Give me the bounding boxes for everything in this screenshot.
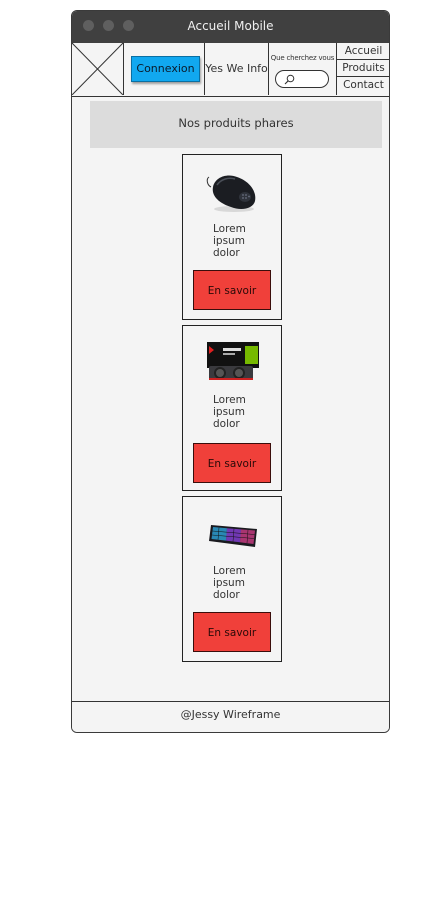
search-input[interactable] [294,72,324,86]
brand-name: Yes We Info [205,43,269,95]
login-button[interactable]: Connexion [131,56,200,82]
logo-placeholder [72,43,124,95]
nav-item-contact[interactable]: Contact [337,77,389,95]
main-nav: Accueil Produits Contact [337,43,389,95]
search-label: Que cherchez vous [270,54,335,62]
product-card: Lorem ipsum dolor sit En savoir [182,325,282,491]
login-cell: Connexion [124,43,205,95]
app-window: Accueil Mobile Connexion Yes We Info Que… [71,10,390,733]
section-title: Nos produits phares [90,101,382,148]
search-field[interactable] [275,70,329,88]
title-bar: Accueil Mobile [72,11,389,43]
window-title: Accueil Mobile [187,19,274,33]
graphics-card-image [207,342,259,380]
image-placeholder-icon [72,43,123,95]
learn-more-button[interactable]: En savoir [193,443,271,483]
nav-item-accueil[interactable]: Accueil [337,43,389,60]
footer: @Jessy Wireframe [72,701,389,732]
product-card: Lorem ipsum dolor sit En savoir [182,496,282,662]
learn-more-button[interactable]: En savoir [193,612,271,652]
rgb-keyboard-image [209,525,257,547]
learn-more-button[interactable]: En savoir [193,270,271,310]
search-cell: Que cherchez vous [269,43,337,95]
product-description: Lorem ipsum dolor sit [213,394,246,430]
nav-item-produits[interactable]: Produits [337,60,389,77]
product-description: Lorem ipsum dolor sit [213,565,246,601]
gaming-mouse-image [206,175,256,212]
product-card: Lorem ipsum dolor sit En savoir [182,154,282,320]
site-header: Connexion Yes We Info Que cherchez vous … [72,43,389,97]
product-description: Lorem ipsum dolor sit [213,223,246,259]
